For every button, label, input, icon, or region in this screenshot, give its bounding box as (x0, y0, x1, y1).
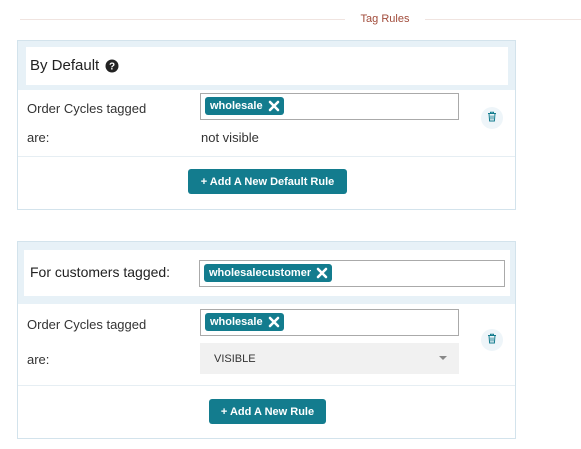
visibility-value: not visible (201, 130, 259, 145)
tag-chip-label: wholesale (210, 316, 263, 328)
panel-header: By Default ? (18, 41, 515, 90)
divider (18, 385, 515, 386)
tag-input[interactable]: wholesale (200, 93, 459, 120)
rule-label: Order Cycles tagged (27, 101, 147, 116)
are-label: are: (27, 352, 50, 367)
tag-input[interactable]: wholesale (200, 309, 459, 336)
tag-chip-label: wholesalecustomer (209, 267, 312, 279)
panel-title: For customers tagged: (30, 264, 171, 280)
tag-chip: wholesale (205, 313, 284, 331)
tag-chip: wholesale (205, 97, 284, 115)
remove-tag-icon[interactable] (316, 267, 328, 279)
tag-chip: wholesalecustomer (204, 264, 333, 282)
divider (425, 19, 581, 20)
delete-rule-button[interactable] (481, 329, 503, 351)
panel-header-inner: For customers tagged: wholesalecustomer (24, 250, 510, 296)
section-title: Tag Rules (360, 13, 410, 25)
tag-chip-label: wholesale (210, 100, 263, 112)
trash-icon (487, 109, 497, 127)
chevron-down-icon (439, 356, 447, 360)
trash-icon (487, 331, 497, 349)
default-rules-panel: By Default ? Order Cycles tagged wholesa… (17, 40, 516, 210)
remove-tag-icon[interactable] (268, 316, 280, 328)
svg-text:?: ? (109, 62, 115, 73)
help-icon[interactable]: ? (105, 59, 119, 73)
add-default-rule-button[interactable]: + Add A New Default Rule (188, 169, 347, 194)
customer-tag-input[interactable]: wholesalecustomer (199, 260, 505, 287)
delete-rule-button[interactable] (481, 107, 503, 129)
add-rule-button[interactable]: + Add A New Rule (209, 399, 326, 424)
panel-header-inner: By Default ? (26, 47, 508, 85)
are-label: are: (27, 130, 50, 145)
visibility-selected-value: VISIBLE (214, 352, 256, 365)
tag-rules-header: Tag Rules (0, 10, 581, 28)
customer-rules-panel: For customers tagged: wholesalecustomer … (17, 241, 516, 439)
divider (20, 19, 345, 20)
panel-header: For customers tagged: wholesalecustomer (18, 242, 515, 304)
panel-title: By Default (30, 57, 100, 74)
divider (18, 156, 515, 157)
remove-tag-icon[interactable] (268, 100, 280, 112)
visibility-select[interactable]: VISIBLE (200, 343, 459, 374)
rule-label: Order Cycles tagged (27, 317, 147, 332)
